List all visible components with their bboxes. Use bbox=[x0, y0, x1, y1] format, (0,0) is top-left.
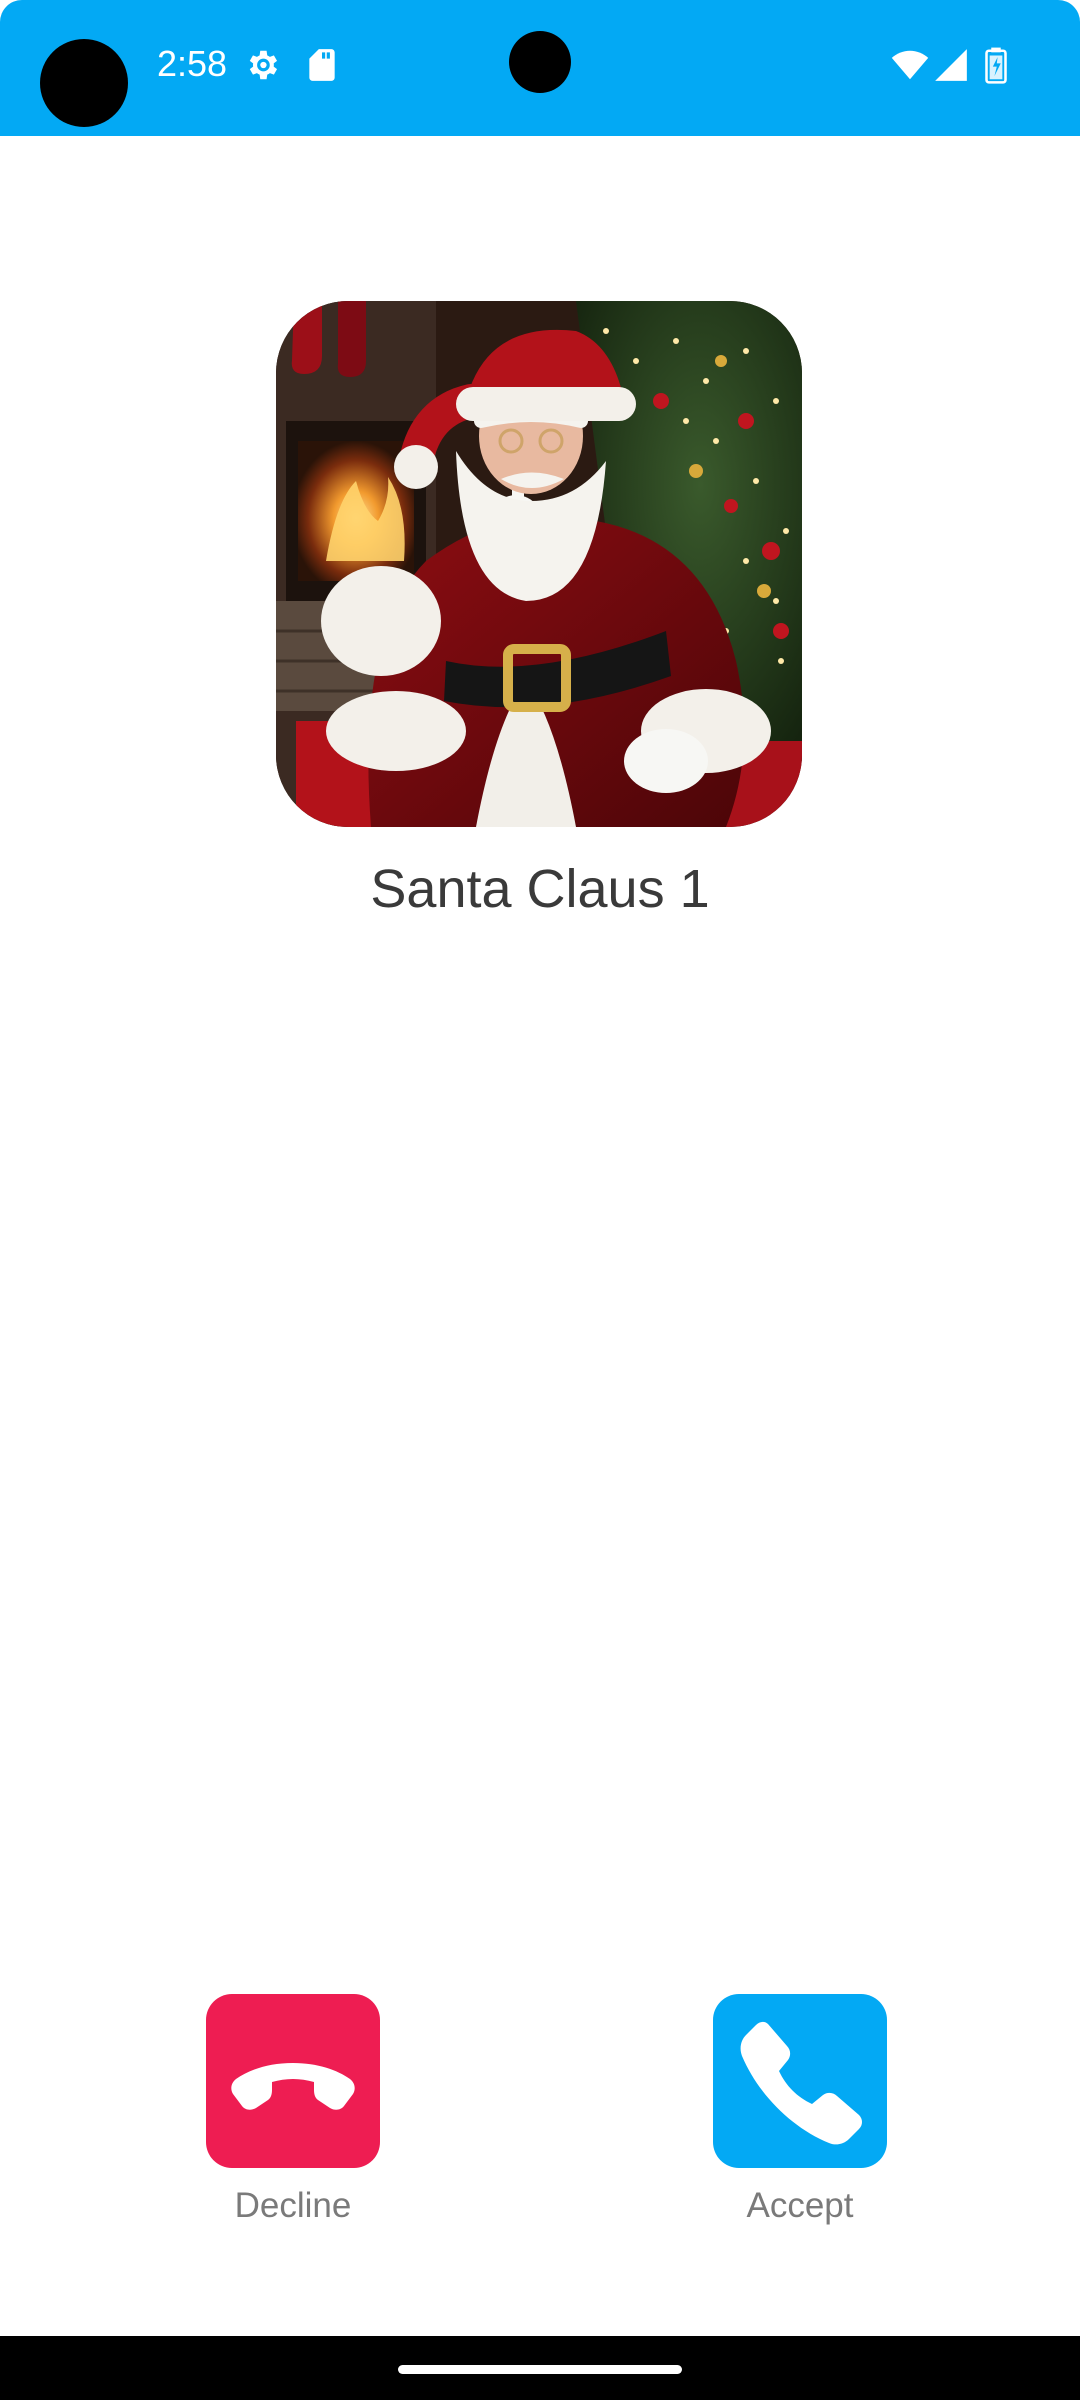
sd-card-icon bbox=[303, 46, 341, 84]
decline-label: Decline bbox=[234, 2186, 352, 2225]
decline-button[interactable] bbox=[206, 1994, 380, 2168]
accept-button[interactable] bbox=[713, 1994, 887, 2168]
camera-cutout bbox=[40, 39, 128, 127]
wifi-icon bbox=[891, 46, 929, 84]
battery-icon bbox=[981, 46, 1011, 84]
status-time: 2:58 bbox=[157, 43, 228, 84]
settings-gear-icon bbox=[243, 46, 281, 84]
caller-name: Santa Claus 1 bbox=[370, 859, 710, 919]
accept-label: Accept bbox=[746, 2186, 854, 2225]
home-gesture-bar[interactable] bbox=[398, 2365, 682, 2374]
phone-icon bbox=[713, 1994, 887, 2168]
navigation-bar bbox=[0, 2336, 1080, 2400]
caller-avatar bbox=[276, 301, 802, 827]
cell-signal-icon bbox=[932, 46, 970, 84]
status-bar: 2:58 bbox=[0, 0, 1080, 136]
front-camera-cutout bbox=[509, 31, 571, 93]
phone-hangup-icon bbox=[206, 1994, 380, 2168]
